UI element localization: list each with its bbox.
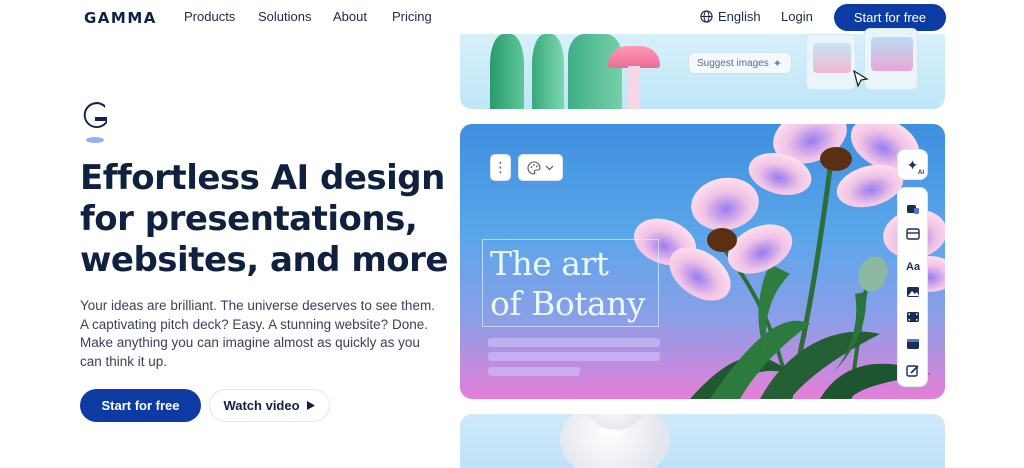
nav-products[interactable]: Products bbox=[184, 9, 235, 24]
suggest-images-button[interactable]: Suggest images ✦ bbox=[688, 52, 792, 74]
start-free-button[interactable]: Start for free bbox=[80, 389, 201, 422]
cactus-illustration bbox=[568, 34, 622, 109]
play-icon bbox=[306, 401, 315, 410]
watch-video-button[interactable]: Watch video bbox=[209, 389, 330, 422]
sparkle-icon: ✦ bbox=[772, 57, 782, 70]
nav-about[interactable]: About bbox=[333, 9, 367, 24]
preview-card-bottom bbox=[460, 414, 945, 468]
text-placeholder bbox=[488, 367, 580, 376]
login-link[interactable]: Login bbox=[781, 9, 813, 24]
image-thumbnail[interactable] bbox=[806, 34, 856, 90]
slide-title[interactable]: The art of Botany bbox=[490, 244, 646, 324]
watch-video-label: Watch video bbox=[223, 398, 300, 413]
hero-subcopy: Your ideas are brilliant. The universe d… bbox=[80, 298, 435, 369]
cactus-illustration bbox=[532, 34, 564, 109]
text-placeholder bbox=[488, 338, 660, 347]
mushroom-stem bbox=[628, 66, 640, 109]
form-icon[interactable] bbox=[906, 364, 920, 378]
cards-icon[interactable] bbox=[906, 202, 920, 216]
chevron-down-icon bbox=[545, 165, 554, 170]
nav-start-free-button[interactable]: Start for free bbox=[834, 4, 946, 31]
text-placeholder bbox=[488, 352, 660, 361]
more-options-button[interactable]: ⋮ bbox=[490, 154, 511, 181]
palette-icon bbox=[527, 160, 541, 175]
nav-solutions[interactable]: Solutions bbox=[258, 9, 311, 24]
globe-icon bbox=[700, 10, 713, 23]
ai-assistant-button[interactable]: ✦ AI bbox=[897, 149, 928, 180]
slide-title-line-1: The art bbox=[490, 244, 609, 283]
ai-badge: AI bbox=[918, 170, 924, 176]
nav-pricing[interactable]: Pricing bbox=[392, 9, 432, 24]
image-thumbnail[interactable] bbox=[864, 28, 918, 90]
theme-palette-button[interactable] bbox=[518, 154, 563, 181]
language-label: English bbox=[718, 9, 761, 24]
suggest-images-label: Suggest images bbox=[697, 57, 769, 69]
cactus-illustration bbox=[490, 34, 524, 109]
mushroom-cap bbox=[608, 46, 660, 68]
video-icon[interactable] bbox=[906, 310, 920, 324]
sparkle-icon: ✦ bbox=[906, 156, 919, 173]
slide-title-line-2: of Botany bbox=[490, 284, 646, 323]
gamma-logo[interactable]: GAMMA bbox=[84, 9, 157, 27]
cursor-icon bbox=[853, 70, 869, 88]
insert-toolbar: Aa bbox=[897, 187, 928, 387]
hero-headline: Effortless AI design for presentations, … bbox=[80, 158, 448, 280]
image-icon[interactable] bbox=[906, 285, 920, 299]
language-selector[interactable]: English bbox=[700, 9, 761, 24]
text-tool-icon[interactable]: Aa bbox=[906, 260, 920, 274]
layout-icon[interactable] bbox=[906, 227, 920, 241]
embed-icon[interactable] bbox=[906, 337, 920, 351]
gamma-g-icon bbox=[83, 102, 107, 143]
